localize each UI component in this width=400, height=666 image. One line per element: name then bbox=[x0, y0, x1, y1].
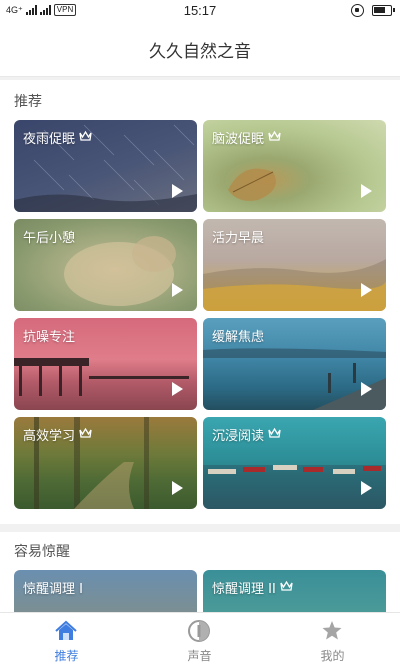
card-title: 夜雨促眠 bbox=[23, 132, 76, 147]
card-title: 抗噪专注 bbox=[23, 330, 76, 345]
card-wake-therapy-2[interactable]: 惊醒调理 II bbox=[203, 570, 386, 612]
star-profile-icon bbox=[322, 621, 342, 640]
section-title-recommend: 推荐 bbox=[14, 94, 42, 110]
rotation-lock-icon bbox=[351, 4, 364, 17]
bottom-tab-bar: 推荐 声音 我的 bbox=[0, 612, 400, 666]
card-vital-morning[interactable]: 活力早晨 bbox=[203, 219, 386, 311]
tab-label: 推荐 bbox=[54, 649, 79, 663]
tab-label: 声音 bbox=[187, 649, 212, 663]
play-icon[interactable] bbox=[172, 184, 183, 198]
card-noise-focus[interactable]: 抗噪专注 bbox=[14, 318, 197, 410]
card-title: 缓解焦虑 bbox=[212, 330, 265, 345]
card-title: 午后小憩 bbox=[23, 231, 76, 246]
play-icon[interactable] bbox=[172, 382, 183, 396]
battery-icon bbox=[372, 5, 395, 16]
status-right bbox=[351, 4, 395, 17]
card-title: 脑波促眠 bbox=[212, 132, 265, 147]
home-icon bbox=[55, 620, 77, 640]
premium-crown-icon bbox=[268, 130, 281, 145]
status-bar: 4G⁺ VPN 15:17 bbox=[0, 0, 400, 22]
card-brainwave[interactable]: 脑波促眠 bbox=[203, 120, 386, 212]
tab-sound[interactable]: 声音 bbox=[133, 613, 266, 666]
play-icon[interactable] bbox=[361, 184, 372, 198]
card-title: 惊醒调理 II bbox=[212, 582, 276, 597]
section-title-easy-wake: 容易惊醒 bbox=[14, 544, 70, 560]
easy-wake-section: 容易惊醒 惊醒调理 I 惊醒调理 II bbox=[0, 532, 400, 612]
play-icon[interactable] bbox=[361, 382, 372, 396]
recommend-section: 推荐 夜雨促眠 脑波促眠 午后小憩 活力早晨 抗噪专注 缓解焦虑 高效学习 沉浸… bbox=[0, 80, 400, 524]
tab-label: 我的 bbox=[320, 649, 345, 663]
premium-crown-icon bbox=[268, 427, 281, 442]
play-icon[interactable] bbox=[172, 481, 183, 495]
play-icon[interactable] bbox=[361, 481, 372, 495]
tab-mine[interactable]: 我的 bbox=[266, 613, 399, 666]
card-title: 沉浸阅读 bbox=[212, 429, 265, 444]
premium-crown-icon bbox=[79, 130, 92, 145]
premium-crown-icon bbox=[280, 580, 293, 595]
premium-crown-icon bbox=[79, 427, 92, 442]
card-title: 高效学习 bbox=[23, 429, 76, 444]
card-efficient-study[interactable]: 高效学习 bbox=[14, 417, 197, 509]
sound-icon bbox=[188, 620, 210, 642]
card-wake-therapy-1[interactable]: 惊醒调理 I bbox=[14, 570, 197, 612]
card-relieve-anxiety[interactable]: 缓解焦虑 bbox=[203, 318, 386, 410]
play-icon[interactable] bbox=[172, 283, 183, 297]
card-afternoon-nap[interactable]: 午后小憩 bbox=[14, 219, 197, 311]
status-time: 15:17 bbox=[183, 3, 217, 18]
card-immersive-reading[interactable]: 沉浸阅读 bbox=[203, 417, 386, 509]
card-title: 活力早晨 bbox=[212, 231, 265, 246]
app-title: 久久自然之音 bbox=[0, 22, 400, 77]
play-icon[interactable] bbox=[361, 283, 372, 297]
card-night-rain[interactable]: 夜雨促眠 bbox=[14, 120, 197, 212]
card-title: 惊醒调理 I bbox=[23, 582, 83, 597]
tab-recommend[interactable]: 推荐 bbox=[0, 613, 133, 666]
